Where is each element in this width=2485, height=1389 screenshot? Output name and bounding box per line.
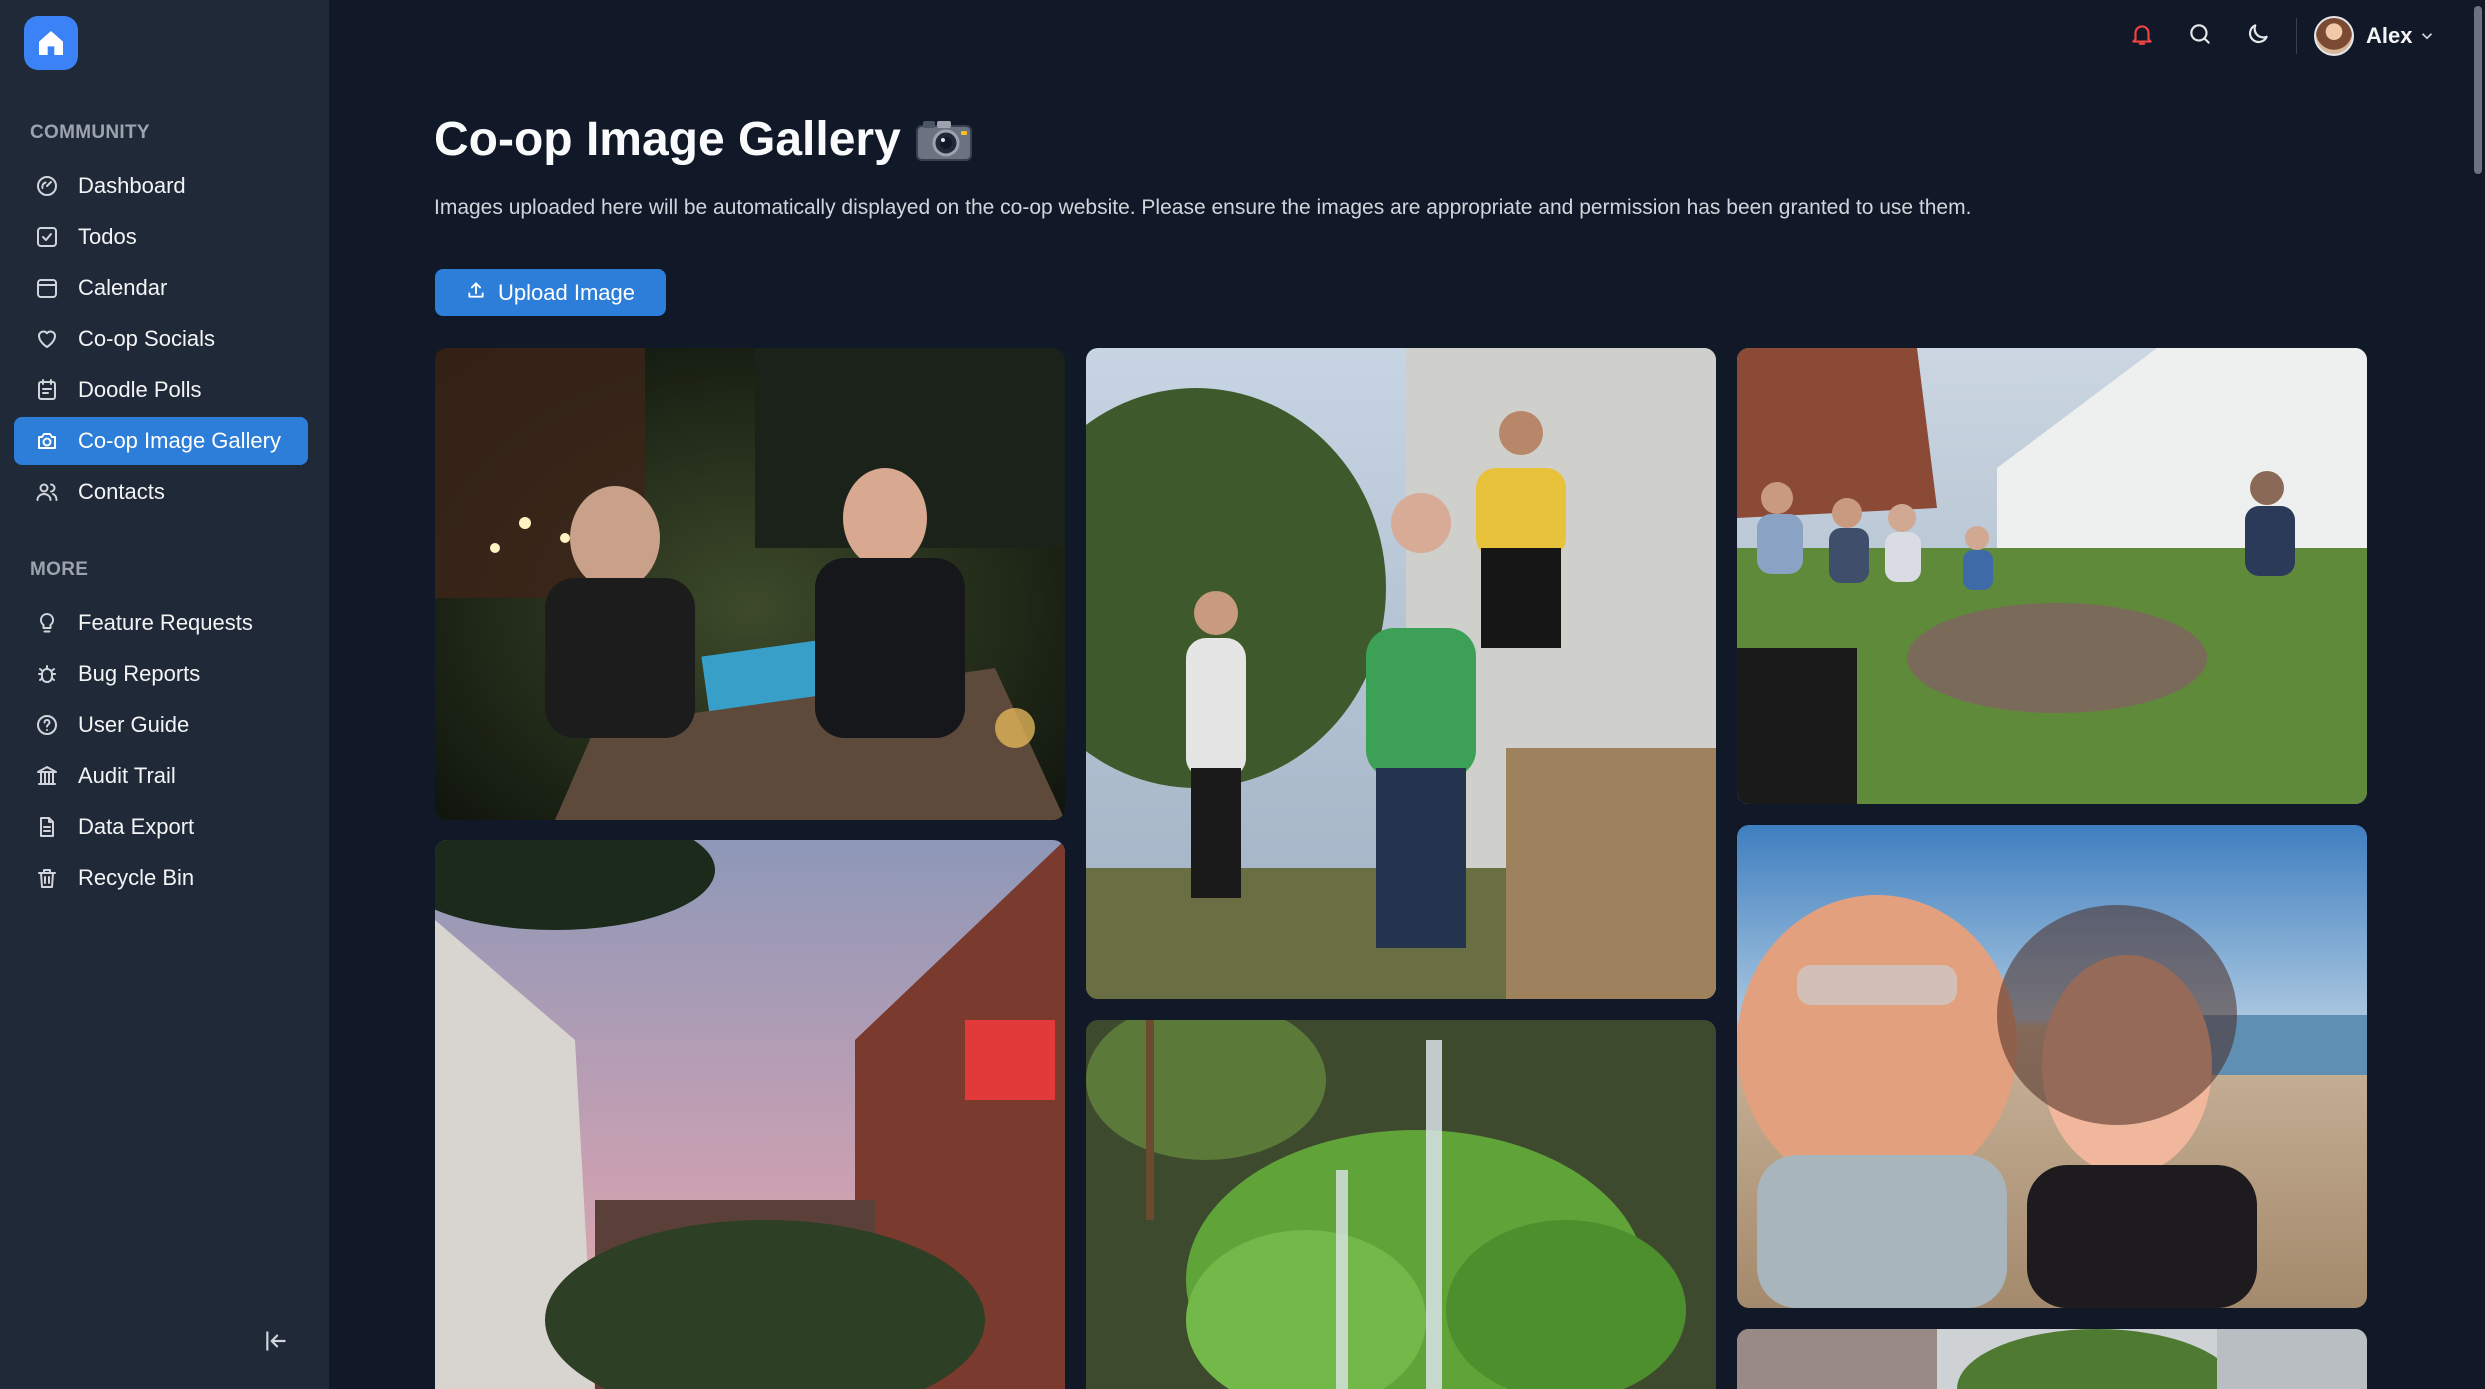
section-label-more: MORE [30,559,89,580]
moon-icon [2245,21,2271,52]
scrollbar[interactable] [2471,0,2485,1389]
sidebar-item-recycle-bin[interactable]: Recycle Bin [14,854,308,902]
sidebar-item-audit-trail[interactable]: Audit Trail [14,752,308,800]
sidebar-item-co-op-image-gallery[interactable]: Co-op Image Gallery [14,417,308,465]
bell-icon [2129,21,2155,52]
sidebar: COMMUNITY Dashboard Todos Calendar Co-op… [0,0,329,1389]
sidebar-item-label: User Guide [78,712,190,737]
notifications-button[interactable] [2126,20,2158,52]
avatar [2314,16,2354,56]
sidebar-item-label: Co-op Image Gallery [78,428,281,453]
upload-image-label: Upload Image [498,279,635,305]
home-logo-icon[interactable] [24,16,78,70]
pink-sky-building-photo[interactable] [435,840,1065,1389]
header-divider [2296,18,2297,54]
search-button[interactable] [2184,20,2216,52]
chevron-down-icon [2418,27,2436,45]
sidebar-item-co-op-socials[interactable]: Co-op Socials [14,315,308,363]
sidebar-item-feature-requests[interactable]: Feature Requests [14,599,308,647]
sidebar-item-data-export[interactable]: Data Export [14,803,308,851]
group-seated-around-firepit-photo[interactable] [1737,348,2367,804]
theme-toggle-button[interactable] [2242,20,2274,52]
camera-emoji-icon [915,117,973,163]
sidebar-item-label: Calendar [78,275,168,300]
trash-icon [34,865,60,891]
scroll-thumb[interactable] [2474,6,2482,174]
search-icon [2187,21,2213,52]
sidebar-item-contacts[interactable]: Contacts [14,468,308,516]
page-title-text: Co-op Image Gallery [434,113,901,166]
section-label-community: COMMUNITY [30,122,150,143]
sidebar-item-user-guide[interactable]: User Guide [14,701,308,749]
sidebar-item-label: Recycle Bin [78,865,195,890]
sidebar-item-label: Bug Reports [78,661,201,686]
night-garden-table-photo[interactable] [435,348,1065,820]
beach-selfie-photo[interactable] [1737,825,2367,1308]
page-description: Images uploaded here will be automatical… [434,196,1972,219]
collapse-sidebar-icon [263,1328,289,1359]
upload-image-button[interactable]: Upload Image [435,269,666,316]
sidebar-item-bug-reports[interactable]: Bug Reports [14,650,308,698]
garden-group-standing-photo[interactable] [1086,348,1716,999]
partial-garden-photo[interactable] [1737,1329,2367,1389]
page-title: Co-op Image Gallery [434,112,973,167]
poll-icon [34,377,60,403]
sidebar-item-label: Audit Trail [78,763,176,788]
user-name: Alex [2366,23,2413,48]
sidebar-item-calendar[interactable]: Calendar [14,264,308,312]
lightbulb-icon [34,610,60,636]
audit-icon [34,763,60,789]
upload-icon [466,280,486,306]
camera-icon [34,428,60,454]
file-icon [34,814,60,840]
sidebar-item-label: Data Export [78,814,195,839]
help-circle-icon [34,712,60,738]
sidebar-item-label: Doodle Polls [78,377,202,402]
sidebar-item-label: Feature Requests [78,610,253,635]
sidebar-item-dashboard[interactable]: Dashboard [14,162,308,210]
heart-icon [34,326,60,352]
sidebar-item-todos[interactable]: Todos [14,213,308,261]
user-menu[interactable]: Alex [2314,16,2436,56]
collapse-sidebar-button[interactable] [258,1325,294,1361]
sidebar-item-doodle-polls[interactable]: Doodle Polls [14,366,308,414]
sidebar-item-label: Todos [78,224,137,249]
dashboard-icon [34,173,60,199]
sidebar-item-label: Dashboard [78,173,186,198]
calendar-icon [34,275,60,301]
squash-plant-photo[interactable] [1086,1020,1716,1389]
sidebar-item-label: Contacts [78,479,165,504]
bug-icon [34,661,60,687]
sidebar-item-label: Co-op Socials [78,326,215,351]
checkbox-icon [34,224,60,250]
users-icon [34,479,60,505]
